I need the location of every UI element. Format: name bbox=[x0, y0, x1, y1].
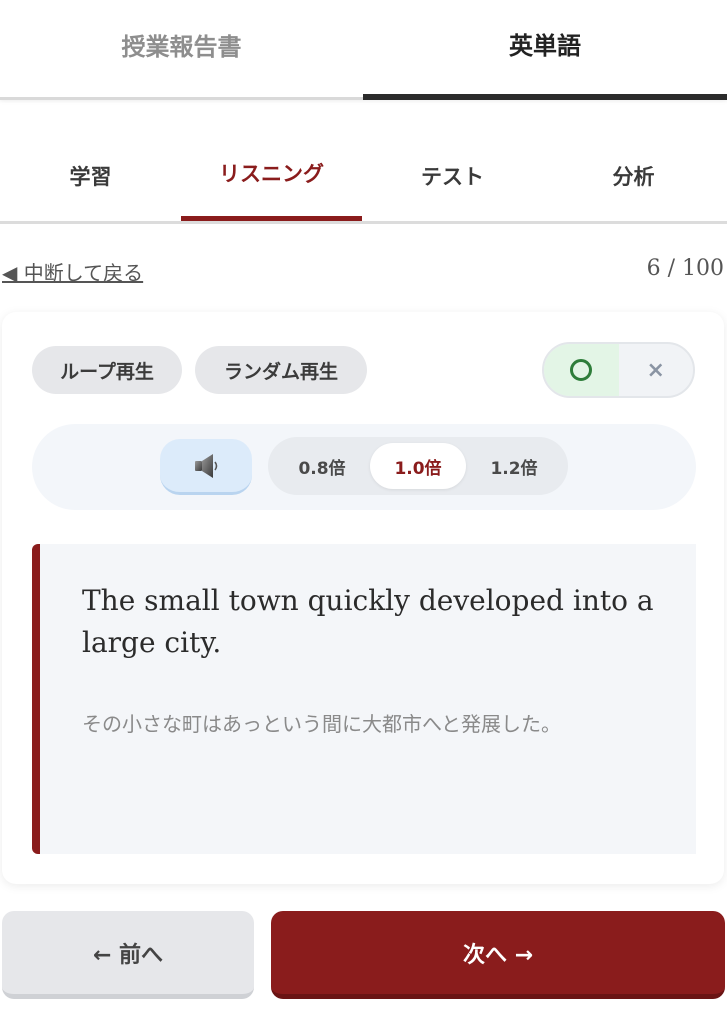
tab-lesson-report[interactable]: 授業報告書 bbox=[0, 0, 363, 100]
random-play-button[interactable]: ランダム再生 bbox=[195, 346, 367, 394]
next-button[interactable]: 次へ → bbox=[271, 911, 725, 999]
sub-tab-bar: 学習 リスニング テスト 分析 bbox=[0, 134, 727, 224]
audio-control-panel: 0.8倍 1.0倍 1.2倍 bbox=[32, 424, 696, 510]
cross-icon: × bbox=[646, 357, 665, 383]
playback-speed-selector: 0.8倍 1.0倍 1.2倍 bbox=[268, 437, 568, 495]
circle-icon bbox=[570, 359, 593, 381]
answer-judge-toggle: × bbox=[542, 342, 695, 398]
correct-button[interactable] bbox=[544, 344, 619, 396]
english-sentence: The small town quickly developed into a … bbox=[82, 584, 654, 659]
speed-0-8-option[interactable]: 0.8倍 bbox=[274, 443, 370, 489]
loop-play-button[interactable]: ループ再生 bbox=[32, 346, 182, 394]
japanese-translation: その小さな町はあっという間に大都市へと発展した。 bbox=[82, 712, 561, 736]
tab-study[interactable]: 学習 bbox=[0, 134, 181, 221]
wrong-button[interactable]: × bbox=[619, 344, 694, 396]
listening-card: ループ再生 ランダム再生 × 0.8倍 1.0倍 1.2倍 The small … bbox=[2, 312, 724, 884]
tab-test[interactable]: テスト bbox=[362, 134, 543, 221]
speaker-icon bbox=[195, 453, 218, 478]
top-tab-bar: 授業報告書 英単語 bbox=[0, 0, 727, 100]
tab-analysis[interactable]: 分析 bbox=[543, 134, 724, 221]
speed-1-0-option[interactable]: 1.0倍 bbox=[370, 443, 466, 489]
quit-back-link[interactable]: ◀ 中断して戻る bbox=[2, 257, 143, 286]
sentence-panel: The small town quickly developed into a … bbox=[32, 544, 696, 854]
previous-button[interactable]: ← 前へ bbox=[2, 911, 254, 999]
tab-listening[interactable]: リスニング bbox=[181, 134, 362, 221]
progress-counter: 6 / 100 bbox=[646, 256, 724, 281]
tab-vocabulary[interactable]: 英単語 bbox=[363, 0, 727, 100]
speed-1-2-option[interactable]: 1.2倍 bbox=[466, 443, 562, 489]
play-audio-button[interactable] bbox=[160, 439, 252, 495]
